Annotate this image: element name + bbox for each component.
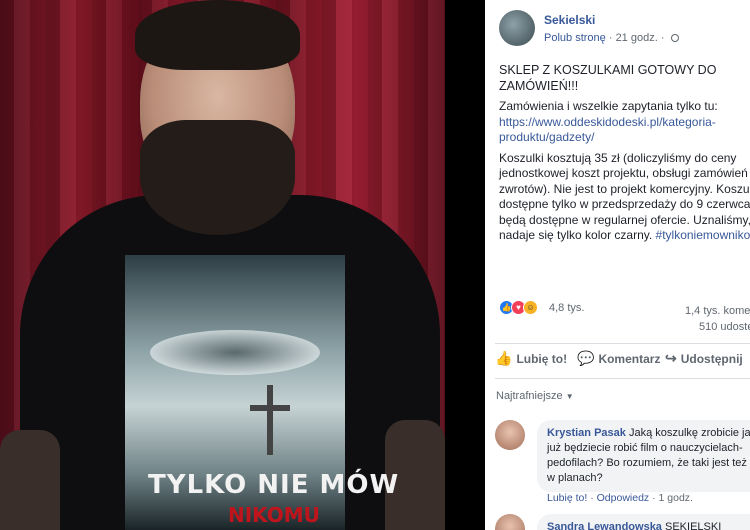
post-photo[interactable]: TYLKO NIE MÓW NIKOMU	[0, 0, 445, 530]
comment-reply-link[interactable]: Odpowiedz	[597, 492, 650, 504]
post-text: SKLEP Z KOSZULKAMI GOTOWY DO ZAMÓWIEŃ!!!…	[499, 62, 750, 249]
like-button[interactable]: 👍 Lubię to!	[495, 350, 567, 367]
commenter-avatar[interactable]	[495, 514, 525, 530]
tattooed-arm-left	[0, 430, 60, 530]
shares-count[interactable]: 510 udostępnień	[699, 321, 750, 333]
comment-like-link[interactable]: Lubię to!	[547, 492, 587, 504]
globe-icon	[670, 34, 679, 42]
divider	[495, 378, 750, 379]
comment-author[interactable]: Krystian Pasak	[547, 427, 626, 439]
haha-reaction-icon: ☺	[523, 300, 538, 315]
post-sidebar: Sekielski Polub stronę · 21 godz. · SKLE…	[485, 0, 750, 530]
like-page-link[interactable]: Polub stronę	[544, 32, 606, 44]
reactions-count: 4,8 tys.	[549, 302, 585, 314]
comments-sort-dropdown[interactable]: Najtrafniejsze ▼	[496, 390, 574, 402]
person-beard	[140, 120, 295, 235]
shop-link[interactable]: https://www.oddeskidodeski.pl/kategoria-…	[499, 115, 716, 145]
post-body: Koszulki kosztują 35 zł (doliczyliśmy do…	[499, 151, 750, 244]
shirt-print-cross	[250, 385, 290, 455]
page-name-link[interactable]: Sekielski	[544, 13, 595, 27]
comment-button[interactable]: 💬 Komentarz	[577, 350, 660, 367]
comment-bubble: Krystian Pasak Jaką koszulkę zrobicie ja…	[537, 420, 750, 492]
comment-footer: Lubię to! · Odpowiedz · 1 godz.	[547, 492, 693, 504]
comment-time: 1 godz.	[658, 492, 693, 504]
page-avatar[interactable]	[499, 10, 535, 46]
shirt-text-2: NIKOMU	[228, 503, 320, 527]
shirt-print-lips	[150, 330, 320, 375]
comment-bubble: Sandra Lewandowska SEKIELSKI chętnie	[537, 514, 750, 530]
divider	[495, 343, 750, 344]
comment-item: Krystian Pasak Jaką koszulkę zrobicie ja…	[495, 420, 750, 504]
shirt-text-1: TYLKO NIE MÓW	[148, 470, 400, 500]
share-icon: ↪	[665, 350, 677, 366]
chevron-down-icon: ▼	[565, 392, 574, 401]
comment-icon: 💬	[577, 350, 595, 366]
post-title: SKLEP Z KOSZULKAMI GOTOWY DO ZAMÓWIEŃ!!!	[499, 63, 717, 93]
comment-author[interactable]: Sandra Lewandowska	[547, 521, 662, 530]
comments-count[interactable]: 1,4 tys. komentarzy	[685, 305, 750, 317]
commenter-avatar[interactable]	[495, 420, 525, 450]
comment-item: Sandra Lewandowska SEKIELSKI chętnie	[495, 514, 750, 530]
person-hair	[135, 0, 300, 70]
meta-separator-2: ·	[660, 32, 665, 44]
post-meta: Polub stronę · 21 godz. ·	[544, 32, 679, 44]
meta-separator: ·	[608, 32, 613, 44]
post-time[interactable]: 21 godz.	[616, 32, 658, 44]
share-button[interactable]: ↪ Udostępnij	[665, 350, 743, 367]
post-intro: Zamówienia i wszelkie zapytania tylko tu…	[499, 99, 718, 145]
hashtag-link[interactable]: #tylkoniemownikomu	[656, 228, 750, 242]
thumbs-up-icon: 👍	[495, 350, 513, 366]
